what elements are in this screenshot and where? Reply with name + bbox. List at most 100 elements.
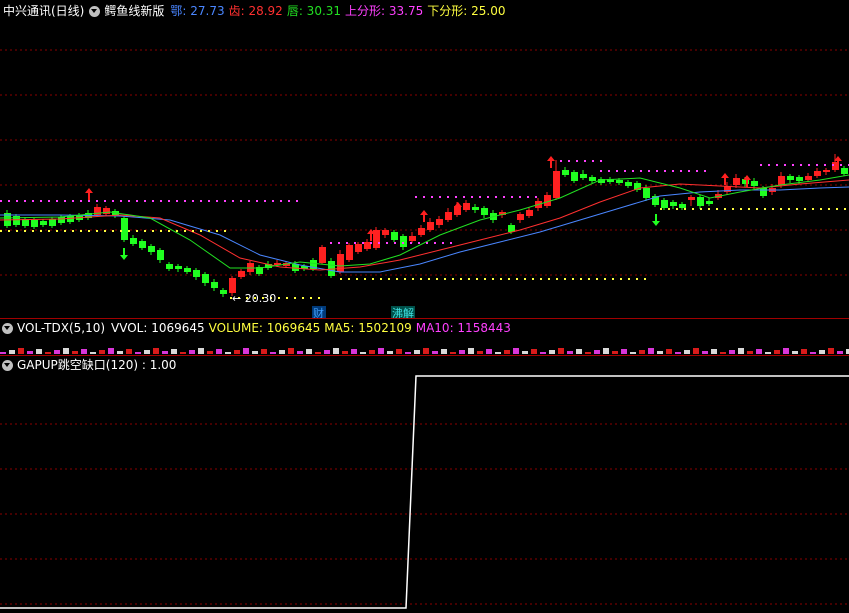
volume-bar xyxy=(468,348,474,354)
volume-bar xyxy=(234,350,240,354)
volume-bar xyxy=(459,350,465,354)
lower-fractal-dot xyxy=(436,278,438,280)
legend-lower-fractal: 下分形: 25.00 xyxy=(427,4,506,18)
lower-fractal-dot xyxy=(668,208,670,210)
volume-bar xyxy=(765,352,771,354)
volume-bar xyxy=(27,351,33,354)
lower-fractal-dot xyxy=(804,208,806,210)
indicator-name[interactable]: 鳄鱼线新版 xyxy=(104,2,164,20)
candle-body xyxy=(148,246,155,252)
upper-fractal-dot xyxy=(688,170,690,172)
upper-fractal-dot xyxy=(354,242,356,244)
candlestick-chart[interactable]: ← 20.30财 沸解 xyxy=(0,20,849,320)
lower-fractal-dot xyxy=(412,278,414,280)
volume-bar xyxy=(477,351,483,354)
indicator-menu-icon[interactable] xyxy=(89,5,101,17)
volume-indicator-name[interactable]: VOL-TDX(5,10) xyxy=(17,319,105,337)
lower-fractal-dot xyxy=(476,278,478,280)
candle-body xyxy=(760,188,767,196)
buy-arrow-icon xyxy=(420,210,428,222)
upper-fractal-dot xyxy=(256,200,258,202)
candle-body xyxy=(238,271,245,277)
lower-fractal-dot xyxy=(372,278,374,280)
lower-fractal-dot xyxy=(356,278,358,280)
upper-fractal-dot xyxy=(511,196,513,198)
volume-bar xyxy=(279,350,285,354)
candle-body xyxy=(778,176,785,185)
candle-body xyxy=(841,168,848,174)
upper-fractal-dot xyxy=(616,170,618,172)
volume-bar xyxy=(54,350,60,354)
lower-fractal-dot xyxy=(340,278,342,280)
volume-menu-icon[interactable] xyxy=(2,322,13,334)
volume-bar xyxy=(729,350,735,354)
gap-menu-icon[interactable] xyxy=(2,359,13,371)
volume-bar xyxy=(243,348,249,354)
candle-body xyxy=(121,218,128,240)
upper-fractal-dot xyxy=(88,200,90,202)
volume-bar xyxy=(603,348,609,354)
upper-fractal-dot xyxy=(576,160,578,162)
volume-bar xyxy=(108,348,114,354)
volume-chart[interactable] xyxy=(0,337,849,355)
upper-fractal-dot xyxy=(442,242,444,244)
volume-bar xyxy=(333,348,339,354)
lower-fractal-dot xyxy=(388,278,390,280)
upper-fractal-dot xyxy=(128,200,130,202)
volume-bar xyxy=(594,350,600,354)
upper-fractal-dot xyxy=(431,196,433,198)
upper-fractal-dot xyxy=(519,196,521,198)
upper-fractal-dot xyxy=(176,200,178,202)
upper-fractal-dot xyxy=(264,200,266,202)
lower-fractal-dot xyxy=(764,208,766,210)
lower-fractal-dot xyxy=(780,208,782,210)
lower-fractal-dot xyxy=(40,230,42,232)
volume-bar xyxy=(495,352,501,354)
candle-body xyxy=(220,290,227,294)
candle-body xyxy=(211,282,218,288)
upper-fractal-dot xyxy=(784,164,786,166)
upper-fractal-dot xyxy=(40,200,42,202)
volume-bar xyxy=(612,351,618,354)
gap-indicator-label[interactable]: GAPUP跳空缺口(120) : 1.00 xyxy=(17,356,176,374)
upper-fractal-dot xyxy=(656,170,658,172)
lower-fractal-dot xyxy=(404,278,406,280)
lower-fractal-dot xyxy=(572,278,574,280)
volume-bar xyxy=(450,352,456,354)
legend-upper-fractal: 上分形: 33.75 xyxy=(345,4,424,18)
upper-fractal-dot xyxy=(248,200,250,202)
upper-fractal-dot xyxy=(362,242,364,244)
volume-bar xyxy=(666,349,672,354)
lower-fractal-dot xyxy=(348,278,350,280)
candle-body xyxy=(409,236,416,241)
upper-fractal-dot xyxy=(439,196,441,198)
volume-bar xyxy=(630,352,636,354)
buy-arrow-icon xyxy=(721,173,729,185)
volume-bar xyxy=(45,352,51,354)
candle-body xyxy=(805,176,812,180)
upper-fractal-dot xyxy=(330,242,332,244)
lower-fractal-dot xyxy=(104,230,106,232)
candle-body xyxy=(391,232,398,240)
lower-fractal-dot xyxy=(508,278,510,280)
lower-fractal-dot xyxy=(24,230,26,232)
candle-body xyxy=(139,241,146,248)
volume-bar xyxy=(423,348,429,354)
upper-fractal-dot xyxy=(48,200,50,202)
lower-fractal-dot xyxy=(532,278,534,280)
gap-indicator-chart[interactable] xyxy=(0,374,849,612)
volume-bar xyxy=(522,351,528,354)
volume-bar xyxy=(36,349,42,354)
upper-fractal-dot xyxy=(152,200,154,202)
candle-body xyxy=(697,197,704,206)
upper-fractal-dot xyxy=(208,200,210,202)
volume-bar xyxy=(513,348,519,354)
upper-fractal-dot xyxy=(8,200,10,202)
candle-body xyxy=(40,221,47,225)
upper-fractal-dot xyxy=(136,200,138,202)
upper-fractal-dot xyxy=(840,164,842,166)
lower-fractal-dot xyxy=(836,208,838,210)
candle-body xyxy=(319,247,326,263)
lower-fractal-dot xyxy=(484,278,486,280)
upper-fractal-dot xyxy=(386,242,388,244)
